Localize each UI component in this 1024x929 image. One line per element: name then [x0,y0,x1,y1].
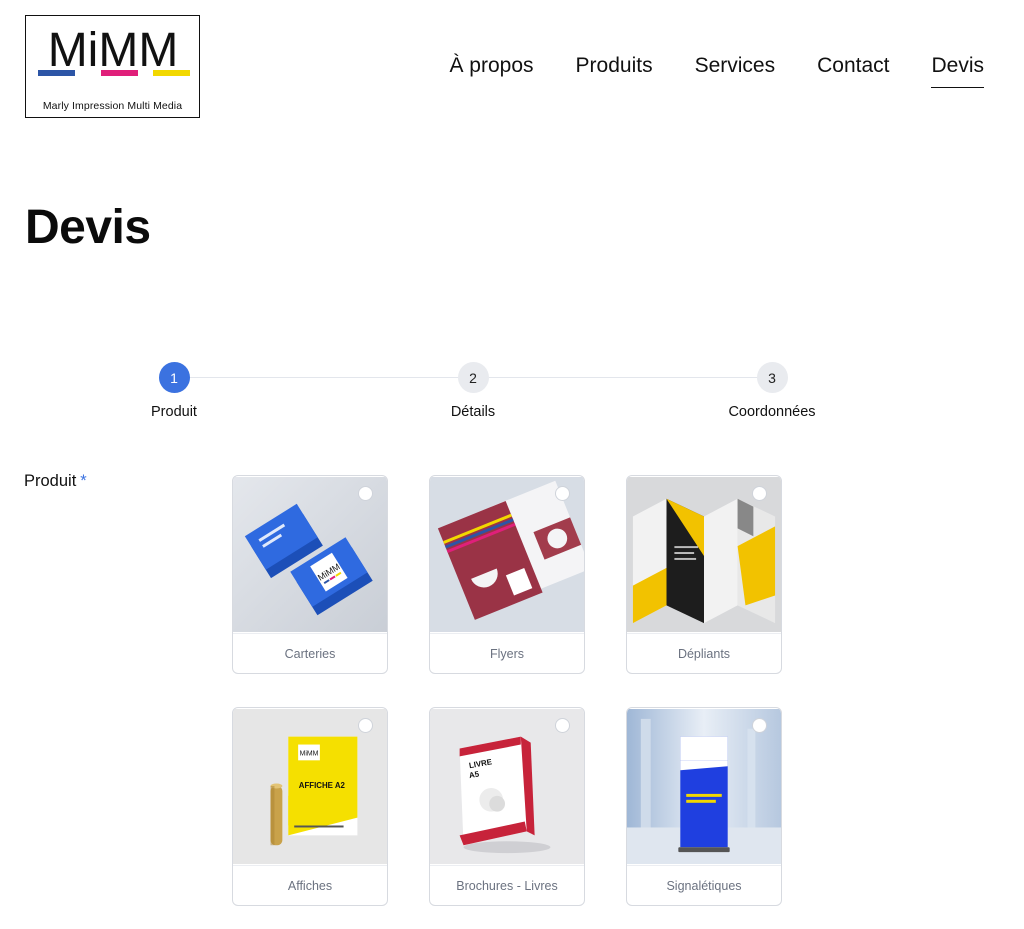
step-label: Détails [450,404,496,420]
svg-text:MiMM: MiMM [300,750,319,757]
svg-text:AFFICHE A2: AFFICHE A2 [299,781,346,790]
step-details[interactable]: 2 Détails [393,362,553,420]
product-label-text: Produit [24,472,77,490]
product-label: Dépliants [627,633,781,673]
rollup-banner-image [627,708,781,865]
flyers-image [430,476,584,633]
main-nav: À propos Produits Services Contact Devis [449,54,984,88]
nav-item-a-propos[interactable]: À propos [449,54,533,88]
step-number: 2 [457,362,489,393]
product-label: Affiches [233,865,387,905]
step-label: Coordonnées [728,404,816,420]
product-radio[interactable] [752,718,767,733]
product-radio[interactable] [358,718,373,733]
product-label: Flyers [430,633,584,673]
leaflets-image [627,476,781,633]
logo-text: MiMM [48,24,179,77]
site-logo[interactable]: MiMM Marly Impression Multi Media [25,15,200,118]
nav-item-produits[interactable]: Produits [576,54,653,88]
product-radio[interactable] [555,718,570,733]
product-option-carteries[interactable]: MiMM Carteries [232,475,388,674]
step-number: 3 [756,362,788,393]
required-mark: * [80,472,87,490]
product-option-brochures-livres[interactable]: LIVRE A5 Brochures - Livres [429,707,585,906]
nav-item-contact[interactable]: Contact [817,54,889,88]
product-option-depliants[interactable]: Dépliants [626,475,782,674]
product-option-flyers[interactable]: Flyers [429,475,585,674]
product-label: Signalétiques [627,865,781,905]
logo-tagline: Marly Impression Multi Media [42,100,183,112]
product-radio[interactable] [358,486,373,501]
nav-item-devis[interactable]: Devis [931,54,984,88]
product-option-signaletiques[interactable]: Signalétiques [626,707,782,906]
product-radio[interactable] [555,486,570,501]
product-radio[interactable] [752,486,767,501]
product-label: Carteries [233,633,387,673]
product-label: Brochures - Livres [430,865,584,905]
business-cards-image: MiMM [233,476,387,633]
product-field-label: Produit * [24,472,87,491]
step-label: Produit [151,404,197,420]
step-number: 1 [158,362,190,393]
step-coordonnees[interactable]: 3 Coordonnées [692,362,852,420]
poster-image: MiMM AFFICHE A2 [233,708,387,865]
page-title: Devis [25,201,151,254]
product-option-affiches[interactable]: MiMM AFFICHE A2 Affiches [232,707,388,906]
nav-item-services[interactable]: Services [695,54,776,88]
book-image: LIVRE A5 [430,708,584,865]
step-produit[interactable]: 1 Produit [94,362,254,420]
mimm-logo-mark: MiMM [38,24,190,77]
product-options-grid: MiMM Carteries Flyers Dépliants MiMM AFF… [232,475,782,906]
